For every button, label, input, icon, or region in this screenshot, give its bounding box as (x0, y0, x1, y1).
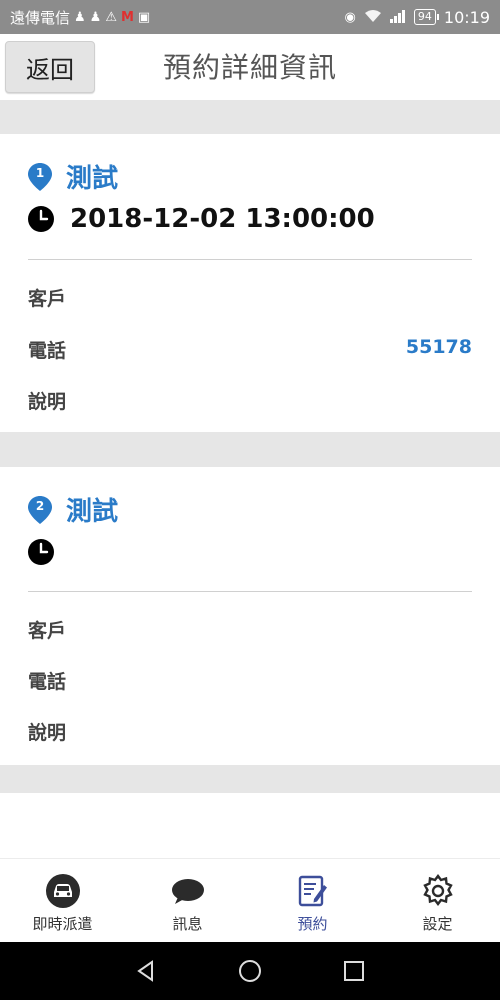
divider (28, 591, 472, 592)
phone-label: 電話 (28, 340, 67, 362)
battery-icon: 94 (413, 9, 439, 25)
note-label: 說明 (28, 391, 67, 413)
pin-number: 2 (35, 498, 45, 513)
time-row: 2018-12-02 13:00:00 (28, 204, 375, 234)
divider (28, 259, 472, 260)
phone-label: 電話 (28, 671, 67, 693)
chat-bubble-icon (170, 873, 206, 909)
status-left: 遠傳電信 ♟ ♟ ⚠ M ▣ (10, 7, 150, 28)
page-title: 預約詳細資訊 (162, 51, 337, 84)
reservation-card-2: 2 測試 客戶 電話 說明 (0, 467, 500, 765)
clock-icon (28, 539, 54, 565)
status-bar: 遠傳電信 ♟ ♟ ⚠ M ▣ ◉ 94 10:19 (0, 0, 500, 34)
triangle-back-icon (137, 960, 153, 982)
signal-icon (389, 9, 406, 26)
clock-icon (28, 206, 54, 232)
phone-value[interactable]: 55178 (406, 336, 472, 358)
map-pin-icon: 1 (28, 162, 52, 191)
bottom-tab-bar: 即時派遣 訊息 預約 設定 (0, 858, 500, 942)
tab-label: 預約 (297, 915, 328, 933)
section-gap (0, 765, 500, 793)
status-right: ◉ 94 10:19 (345, 8, 490, 27)
wifi-icon (364, 9, 382, 26)
section-gap (0, 432, 500, 467)
square-recents-icon (344, 961, 364, 981)
card-title-row: 2 測試 (28, 491, 118, 528)
customer-label: 客戶 (28, 620, 67, 642)
warning-icon: ⚠ (105, 9, 117, 25)
car-icon (45, 873, 81, 909)
mail-app-icon: M (120, 9, 134, 25)
map-pin-icon: 2 (28, 495, 52, 524)
tab-label: 設定 (422, 915, 453, 933)
nav-back-button[interactable] (132, 957, 160, 985)
user-notification-icon: ♟ (89, 9, 102, 25)
tab-reservations[interactable]: 預約 (250, 859, 375, 942)
nav-recents-button[interactable] (340, 957, 368, 985)
note-label: 說明 (28, 722, 67, 744)
system-nav-bar (0, 942, 500, 1000)
tab-settings[interactable]: 設定 (375, 859, 500, 942)
section-gap (0, 100, 500, 134)
customer-label: 客戶 (28, 288, 67, 310)
gear-icon (420, 873, 456, 909)
reservation-datetime: 2018-12-02 13:00:00 (70, 204, 375, 234)
reservation-title: 測試 (66, 497, 119, 527)
eye-icon: ◉ (344, 9, 356, 25)
card-title-row: 1 測試 (28, 158, 118, 195)
clock-time: 10:19 (443, 7, 490, 27)
circle-home-icon (239, 960, 261, 982)
image-icon: ▣ (137, 9, 151, 25)
pin-number: 1 (35, 165, 45, 180)
user-notification-icon: ♟ (74, 9, 86, 25)
tab-dispatch[interactable]: 即時派遣 (0, 859, 125, 942)
tab-messages[interactable]: 訊息 (125, 859, 250, 942)
time-row (28, 539, 70, 565)
carrier-name: 遠傳電信 (10, 8, 71, 27)
tab-label: 訊息 (172, 915, 203, 933)
reservation-card-1: 1 測試 2018-12-02 13:00:00 客戶 電話 55178 說明 (0, 134, 500, 432)
app-header: 返回 預約詳細資訊 (0, 34, 500, 100)
tab-label: 即時派遣 (32, 915, 93, 933)
reservation-title: 測試 (66, 164, 119, 194)
nav-home-button[interactable] (236, 957, 264, 985)
edit-note-icon (295, 873, 331, 909)
